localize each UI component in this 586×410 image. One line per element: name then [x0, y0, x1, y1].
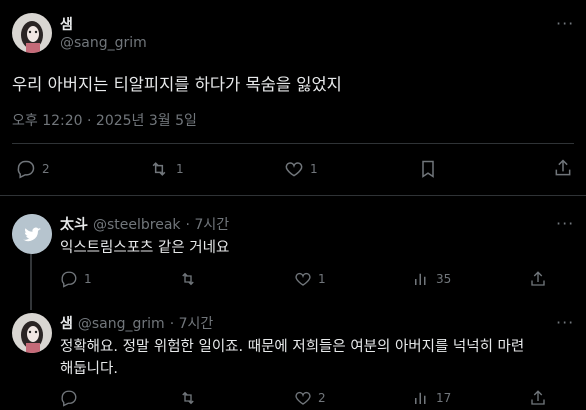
reply-icon — [16, 159, 36, 179]
more-icon[interactable]: ··· — [556, 214, 574, 233]
repost-icon — [178, 270, 198, 288]
share-icon[interactable] — [529, 389, 547, 407]
like-button[interactable]: 1 — [284, 159, 318, 179]
views-button[interactable]: 17 — [412, 389, 451, 407]
reply-text-line-1: 정확해요. 정말 위험한 일이죠. 때문에 저희들은 여분의 아버지를 넉넉히 … — [60, 339, 525, 355]
repost-count: 1 — [176, 162, 184, 176]
reply-display-name[interactable]: 太斗 — [60, 214, 88, 234]
reply-display-name[interactable]: 샘 — [60, 313, 73, 333]
reply-time[interactable]: · 7시간 — [186, 214, 230, 234]
views-icon — [412, 389, 430, 407]
reply-icon — [60, 270, 78, 288]
bookmark-icon[interactable] — [418, 159, 438, 179]
reply-count: 1 — [84, 272, 92, 286]
reply-button[interactable] — [60, 389, 78, 407]
like-count: 2 — [318, 391, 326, 405]
twitter-bird-icon — [12, 214, 52, 254]
reply-button[interactable]: 1 — [60, 270, 92, 288]
views-count: 17 — [436, 391, 452, 405]
share-icon[interactable] — [553, 158, 573, 178]
reply-handle[interactable]: @steelbreak — [93, 217, 181, 233]
reply-count: 2 — [42, 162, 50, 176]
like-icon — [294, 389, 312, 407]
repost-button[interactable]: 1 — [148, 159, 184, 179]
thread-line — [30, 254, 32, 310]
reply-text: 익스트림스포츠 같은 거네요 — [60, 240, 230, 256]
reply-button[interactable]: 2 — [16, 159, 50, 179]
like-count: 1 — [318, 272, 326, 286]
author-avatar[interactable] — [12, 13, 52, 53]
more-icon[interactable]: ··· — [556, 313, 574, 332]
repost-button[interactable] — [178, 389, 198, 407]
reply-handle[interactable]: @sang_grim — [78, 316, 165, 332]
views-icon — [412, 270, 430, 288]
like-count: 1 — [310, 162, 318, 176]
like-button[interactable]: 2 — [294, 389, 326, 407]
author-handle[interactable]: @sang_grim — [60, 35, 147, 51]
repost-icon — [178, 389, 198, 407]
post-text: 우리 아버지는 티알피지를 하다가 목숨을 잃었지 — [12, 75, 342, 94]
reply-header: 太斗 @steelbreak · 7시간 — [60, 214, 229, 234]
reply-header: 샘 @sang_grim · 7시간 — [60, 313, 213, 333]
repost-button[interactable] — [178, 270, 198, 288]
reply-time[interactable]: · 7시간 — [170, 313, 214, 333]
divider — [12, 143, 574, 144]
reply-avatar[interactable] — [12, 313, 52, 353]
more-icon[interactable]: ··· — [556, 14, 574, 33]
like-button[interactable]: 1 — [294, 270, 326, 288]
repost-icon — [148, 159, 170, 179]
like-icon — [284, 159, 304, 179]
views-button[interactable]: 35 — [412, 270, 451, 288]
views-count: 35 — [436, 272, 452, 286]
divider — [0, 195, 586, 196]
reply-text-line-2: 해둡니다. — [60, 361, 118, 377]
like-icon — [294, 270, 312, 288]
post-timestamp[interactable]: 오후 12:20 · 2025년 3월 5일 — [12, 110, 197, 130]
author-display-name[interactable]: 샘 — [60, 14, 73, 34]
reply-icon — [60, 389, 78, 407]
share-icon[interactable] — [529, 270, 547, 288]
reply-avatar[interactable] — [12, 214, 52, 254]
